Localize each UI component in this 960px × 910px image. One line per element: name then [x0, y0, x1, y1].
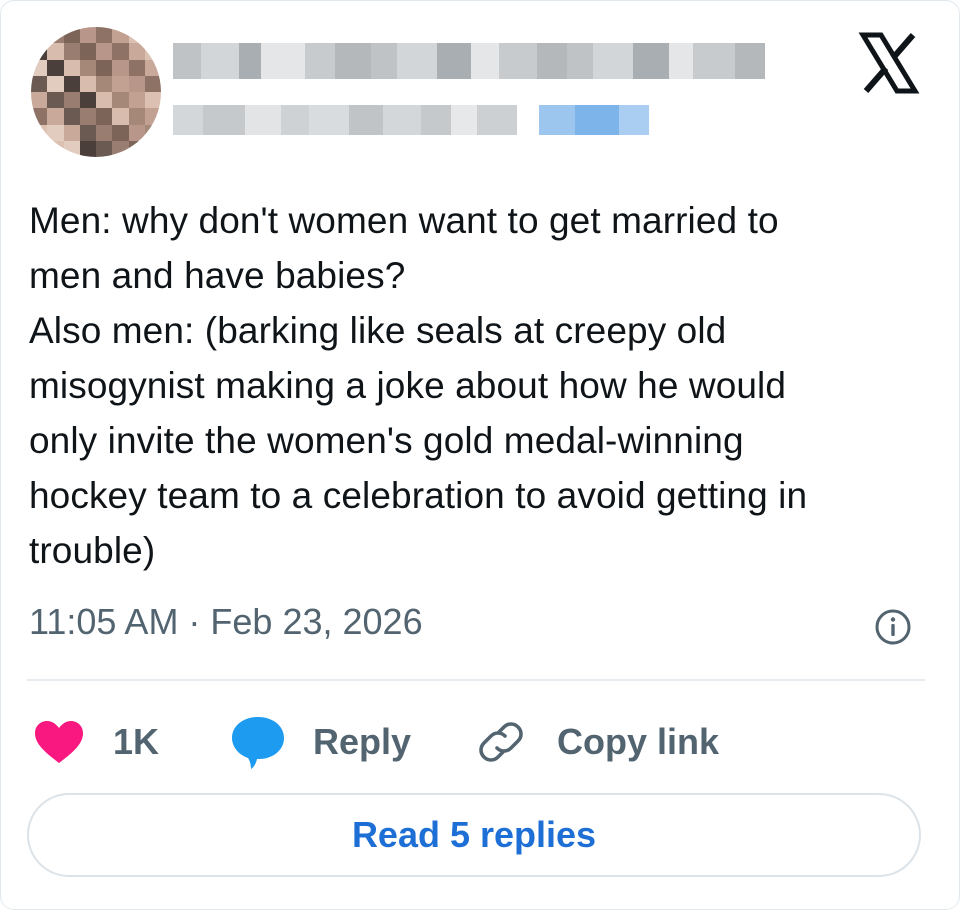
- like-count: 1K: [113, 721, 160, 762]
- tweet-line: Men: why don't women want to get married…: [29, 200, 779, 241]
- reply-bubble-icon: [232, 717, 284, 769]
- copy-link-button[interactable]: Copy link: [477, 707, 719, 777]
- handle-redacted[interactable]: [173, 105, 649, 135]
- avatar[interactable]: [31, 27, 161, 157]
- action-bar: 1K Reply Copy link: [1, 707, 960, 777]
- display-name-redacted[interactable]: [173, 43, 765, 79]
- like-button[interactable]: 1K: [33, 707, 159, 777]
- tweet-line: Also men: (barking like seals at creepy …: [29, 310, 727, 351]
- info-icon[interactable]: [873, 607, 913, 647]
- x-logo-icon[interactable]: [857, 31, 921, 95]
- tweet-card: Men: why don't women want to get married…: [0, 0, 960, 910]
- heart-icon: [35, 721, 83, 763]
- tweet-timestamp[interactable]: 11:05 AM · Feb 23, 2026: [29, 601, 423, 643]
- copy-link-label: Copy link: [557, 721, 720, 762]
- link-icon: [479, 722, 523, 762]
- reply-button[interactable]: Reply: [229, 707, 411, 777]
- tweet-line: hockey team to a celebration to avoid ge…: [29, 475, 808, 516]
- reply-label: Reply: [313, 721, 412, 762]
- read-replies-button[interactable]: Read 5 replies: [27, 793, 921, 877]
- tweet-text: Men: why don't women want to get married…: [29, 193, 929, 578]
- tweet-line: trouble): [29, 530, 156, 571]
- tweet-line: misogynist making a joke about how he wo…: [29, 365, 787, 406]
- tweet-line: only invite the women's gold medal-winni…: [29, 420, 744, 461]
- divider: [27, 679, 925, 681]
- tweet-line: men and have babies?: [29, 255, 406, 296]
